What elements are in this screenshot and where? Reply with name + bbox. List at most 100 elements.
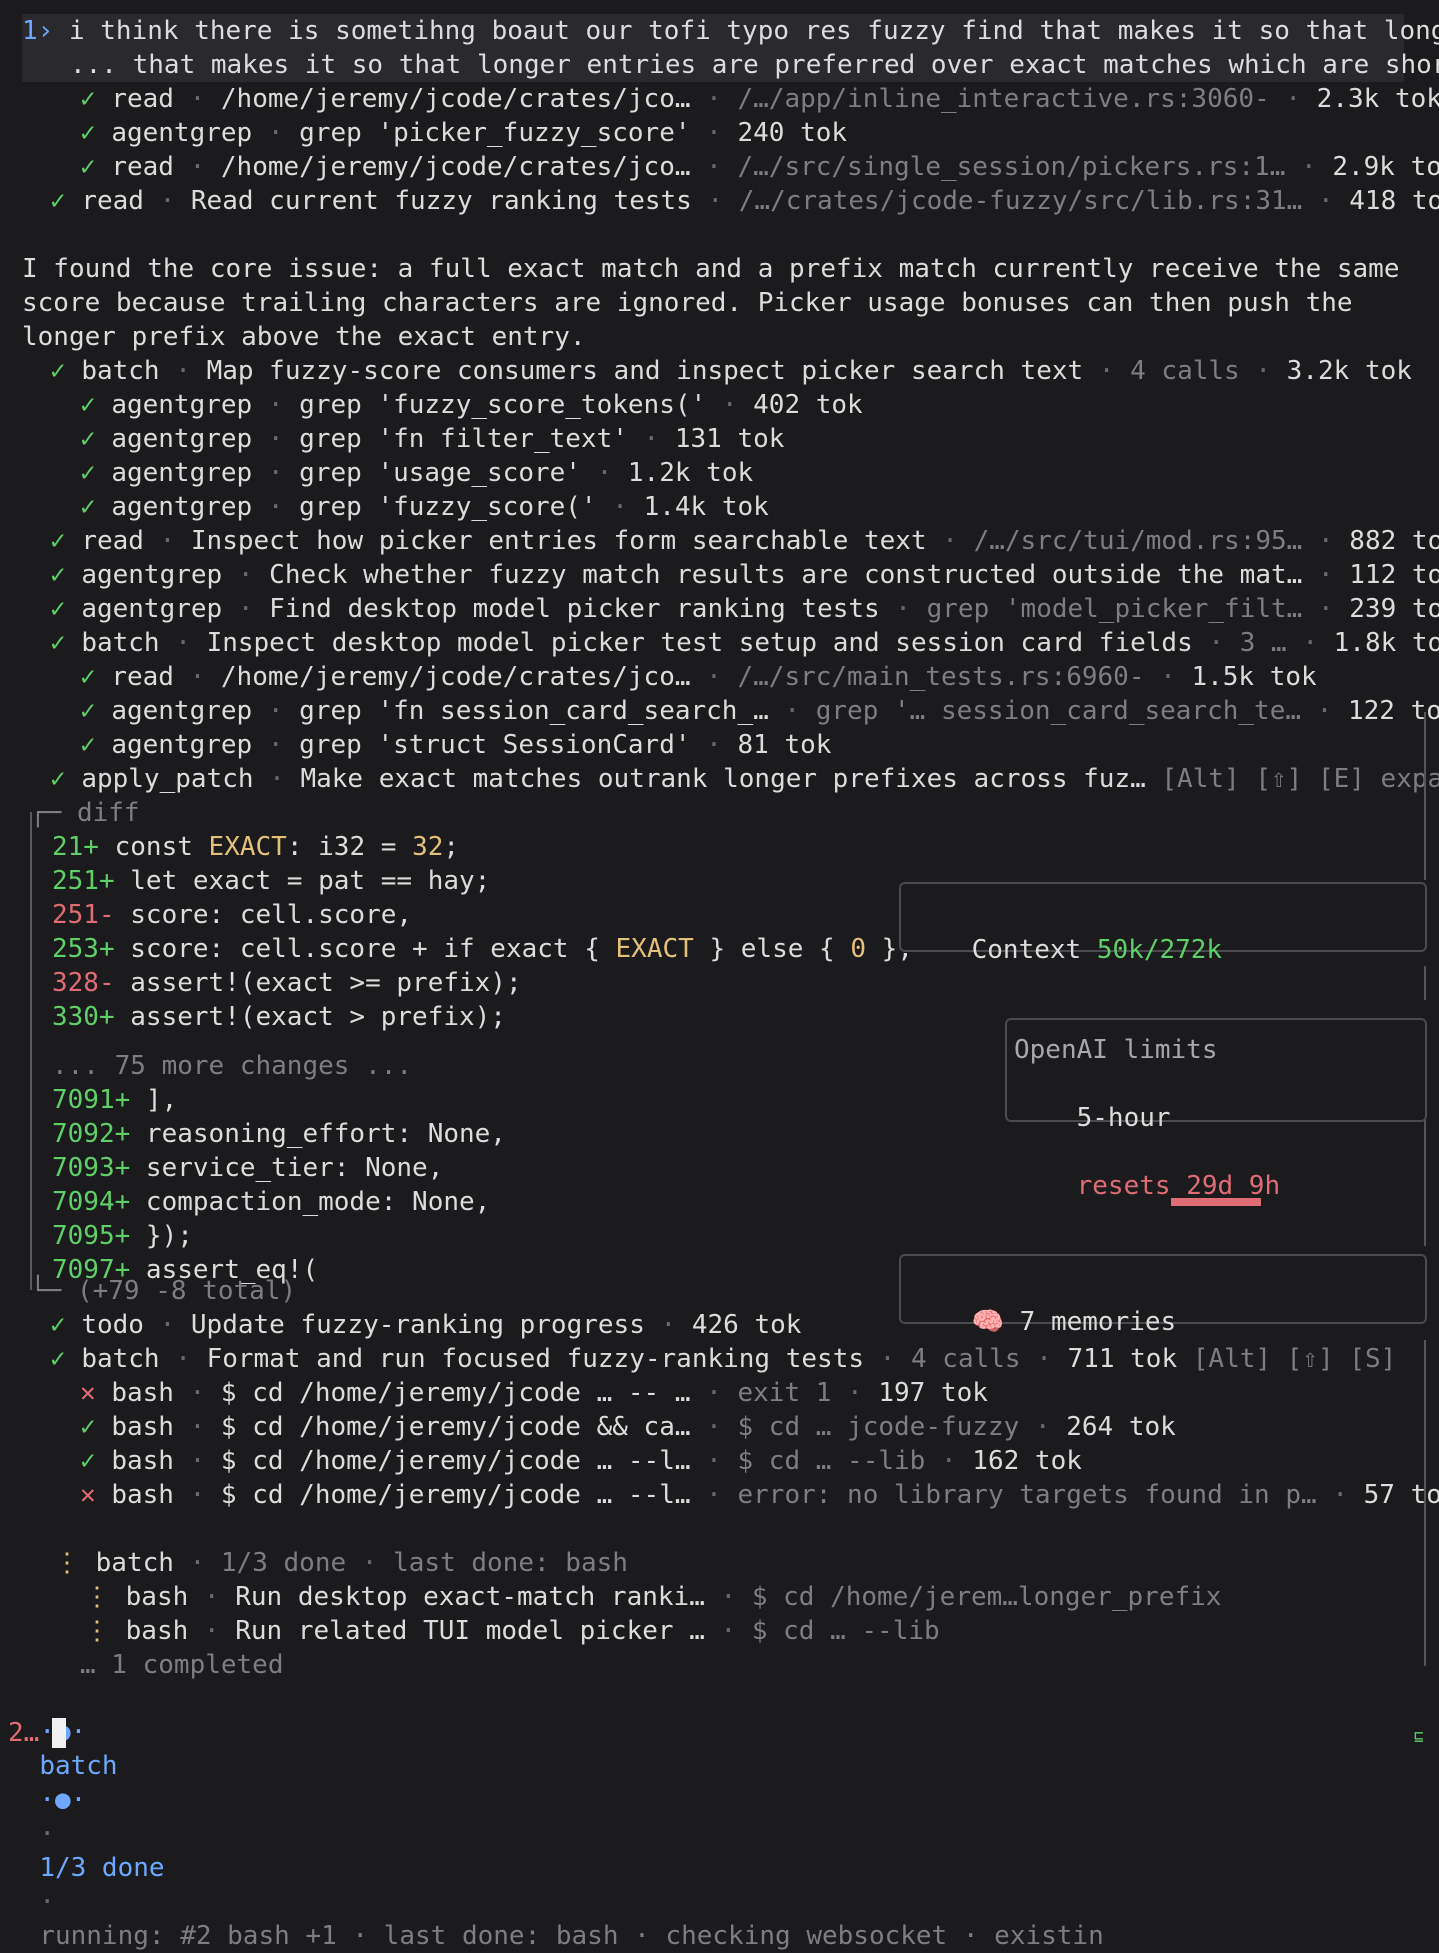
separator: · [879,594,927,624]
check-icon: ✓ [80,424,96,454]
tool-row[interactable]: ✓ read · /home/jeremy/jcode/crates/jco… … [80,82,1439,116]
tool-row[interactable]: ✓ read · /home/jeremy/jcode/crates/jco… … [80,660,1317,694]
tool-name: agentgrep [111,118,253,148]
token-count: 197 tok [878,1378,988,1408]
running-tool-row[interactable]: ⋮ bash · Run related TUI model picker … … [84,1614,940,1648]
check-icon: ✓ [50,186,66,216]
status-rest: running: #2 bash +1 · last done: bash · … [39,1921,1104,1951]
memories-panel[interactable]: 🧠 7 memories [899,1254,1427,1337]
tool-row[interactable]: ✓ read · Inspect how picker entries form… [50,524,1439,558]
tool-name: batch [81,1344,160,1374]
separator: · [690,1480,738,1510]
check-icon: ✓ [80,390,96,420]
tool-row[interactable]: ✓ agentgrep · Find desktop model picker … [50,592,1439,626]
tool-meta: $ cd … --lib [737,1446,926,1476]
tool-description: Run desktop exact-match ranki… [235,1582,705,1612]
tool-row[interactable]: ✓ bash · $ cd /home/jeremy/jcode … --l… … [80,1444,1082,1478]
separator: · [1302,560,1350,590]
memories-count: 7 memories [1019,1307,1177,1337]
tool-row[interactable]: ✓ agentgrep · grep 'fn filter_text' · 13… [80,422,784,456]
separator: · [690,730,738,760]
check-icon: ✓ [80,662,96,692]
separator: · [690,1412,738,1442]
tool-row[interactable]: ✓ batch · Format and run focused fuzzy-r… [50,1342,1396,1376]
tool-row[interactable]: ✓ read · /home/jeremy/jcode/crates/jco… … [80,150,1439,184]
token-count: 402 tok [753,390,863,420]
tool-row[interactable]: ✓ read · Read current fuzzy ranking test… [50,184,1439,218]
tool-row[interactable]: ✓ agentgrep · grep 'fuzzy_score_tokens('… [80,388,863,422]
token-count: 2.3k tok [1316,84,1439,114]
tool-row[interactable]: ✕ bash · $ cd /home/jeremy/jcode … --l… … [80,1478,1439,1512]
tool-row[interactable]: ✕ bash · $ cd /home/jeremy/jcode … -- … … [80,1376,988,1410]
user-prompt-line-2: ... that makes it so that longer entries… [70,48,1439,82]
separator: · [252,424,300,454]
tool-row[interactable]: ✓ todo · Update fuzzy-ranking progress ·… [50,1308,801,1342]
token-count: 162 tok [972,1446,1082,1476]
diff-code: } else { [693,934,851,964]
separator: · [596,492,644,522]
diff-footer: └─ (+79 -8 total) [30,1274,296,1308]
diff-code: assert!(exact >= prefix); [114,968,522,998]
separator: · [1144,662,1192,692]
diff-code: let exact = pat == hay; [114,866,491,896]
tool-description: grep 'fuzzy_score_tokens(' [299,390,707,420]
token-count: 882 tok [1349,526,1439,556]
tool-description: Inspect desktop model picker test setup … [206,628,1193,658]
diff-added-line: 7092+ reasoning_effort: None, [52,1117,506,1151]
brain-icon: 🧠 [971,1307,1004,1337]
separator: · [252,118,300,148]
tool-row[interactable]: ✓ agentgrep · Check whether fuzzy match … [50,558,1439,592]
diff-added-line: 7095+ }); [52,1219,193,1253]
tool-row[interactable]: ✓ agentgrep · grep 'picker_fuzzy_score' … [80,116,847,150]
diff-removed-line: 328- assert!(exact >= prefix); [52,966,522,1000]
scroll-track-2 [1424,966,1426,1000]
tool-row[interactable]: ✓ batch · Inspect desktop model picker t… [50,626,1439,660]
text-cursor[interactable] [52,1718,66,1748]
diff-line-number: 7095+ [52,1221,131,1251]
context-bar [978,980,1325,1038]
diff-line-number: 251- [52,900,115,930]
diff-line-number: 328- [52,968,115,998]
tool-row[interactable]: ✓ agentgrep · grep 'usage_score' · 1.2k … [80,456,753,490]
separator: · [1269,84,1317,114]
running-tool-row[interactable]: ⋮ bash · Run desktop exact-match ranki… … [84,1580,1221,1614]
separator: · [704,1582,752,1612]
separator: · [1285,152,1333,182]
separator: · [1192,628,1240,658]
tool-meta: $ cd … --lib [751,1616,940,1646]
tool-meta: 4 calls [1130,356,1240,386]
diff-header: ┌─ diff [30,796,140,830]
tool-row[interactable]: ✓ agentgrep · grep 'fuzzy_score(' · 1.4k… [80,490,769,524]
separator: · [222,560,270,590]
separator: · [691,186,739,216]
separator: · [831,1378,879,1408]
tool-row[interactable]: ✓ batch · Map fuzzy-score consumers and … [50,354,1412,388]
separator: · [173,1480,221,1510]
tool-row[interactable]: ✓ bash · $ cd /home/jeremy/jcode && ca… … [80,1410,1176,1444]
separator: · [143,1310,191,1340]
tool-row[interactable]: ✓ agentgrep · grep 'fn session_card_sear… [80,694,1439,728]
running-batch-row[interactable]: ⋮ batch · 1/3 done · last done: bash [54,1546,628,1580]
tool-row[interactable]: ✓ agentgrep · grep 'struct SessionCard' … [80,728,831,762]
diff-code: service_tier: None, [130,1153,444,1183]
tool-description: Format and run focused fuzzy-ranking tes… [206,1344,865,1374]
status-sep-2: · [39,1887,55,1917]
diff-code: : i32 = [286,832,413,862]
tool-row[interactable]: ✓ apply_patch · Make exact matches outra… [50,762,1439,796]
token-count: 1.8k tok [1333,628,1439,658]
check-icon: ✓ [80,152,96,182]
diff-code: const [98,832,209,862]
diff-added-line: 253+ score: cell.score + if exact { EXAC… [52,932,913,966]
tool-description: grep 'fuzzy_score(' [299,492,597,522]
diff-added-line: 7091+ ], [52,1083,177,1117]
diff-more-changes: ... 75 more changes ... [52,1051,413,1081]
